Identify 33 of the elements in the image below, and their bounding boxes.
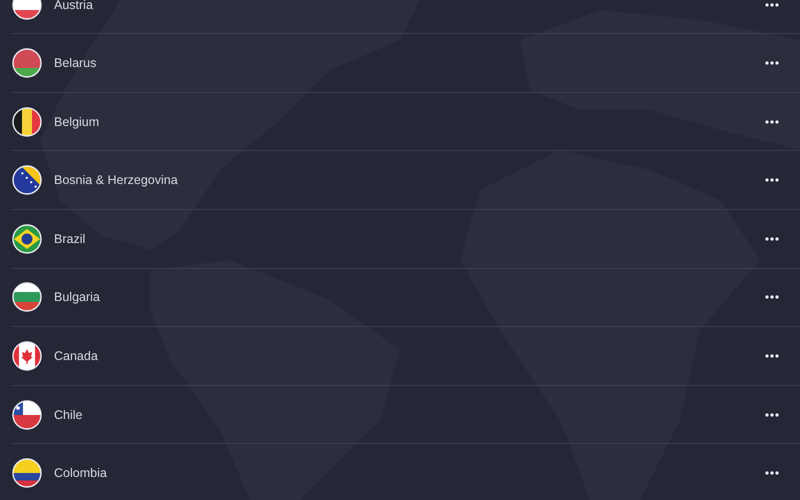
country-row[interactable]: Colombia bbox=[12, 444, 800, 500]
flag-icon bbox=[12, 48, 42, 78]
country-row[interactable]: Chile bbox=[12, 386, 800, 444]
flag-icon bbox=[12, 165, 42, 196]
country-name: Belarus bbox=[54, 56, 98, 70]
country-name: Bosnia & Herzegovina bbox=[54, 173, 179, 188]
more-icon[interactable] bbox=[765, 178, 779, 182]
country-name: Chile bbox=[54, 408, 84, 422]
flag-icon bbox=[12, 458, 42, 488]
more-icon[interactable] bbox=[765, 61, 779, 66]
more-icon[interactable] bbox=[765, 471, 779, 476]
country-row[interactable]: Bosnia & Herzegovina bbox=[12, 151, 800, 210]
flag-icon bbox=[12, 282, 42, 312]
country-row[interactable]: Brazil bbox=[12, 210, 800, 269]
country-name: Brazil bbox=[54, 232, 86, 246]
more-icon[interactable] bbox=[765, 2, 779, 6]
flag-icon bbox=[12, 341, 42, 372]
country-name: Canada bbox=[54, 349, 99, 364]
country-row[interactable]: Canada bbox=[12, 327, 800, 386]
more-icon[interactable] bbox=[765, 120, 779, 124]
more-icon[interactable] bbox=[765, 295, 779, 300]
country-name: Colombia bbox=[54, 466, 108, 480]
more-icon[interactable] bbox=[765, 354, 779, 358]
country-row[interactable]: Belgium bbox=[12, 92, 800, 152]
country-name: Belgium bbox=[54, 114, 100, 129]
country-name: Bulgaria bbox=[54, 290, 101, 304]
more-icon[interactable] bbox=[765, 236, 779, 241]
flag-icon bbox=[12, 106, 42, 137]
country-row[interactable]: Belarus bbox=[12, 34, 800, 93]
more-icon[interactable] bbox=[765, 412, 779, 417]
flag-icon bbox=[12, 224, 42, 254]
flag-icon bbox=[12, 400, 42, 430]
country-row[interactable]: Bulgaria bbox=[12, 268, 800, 328]
